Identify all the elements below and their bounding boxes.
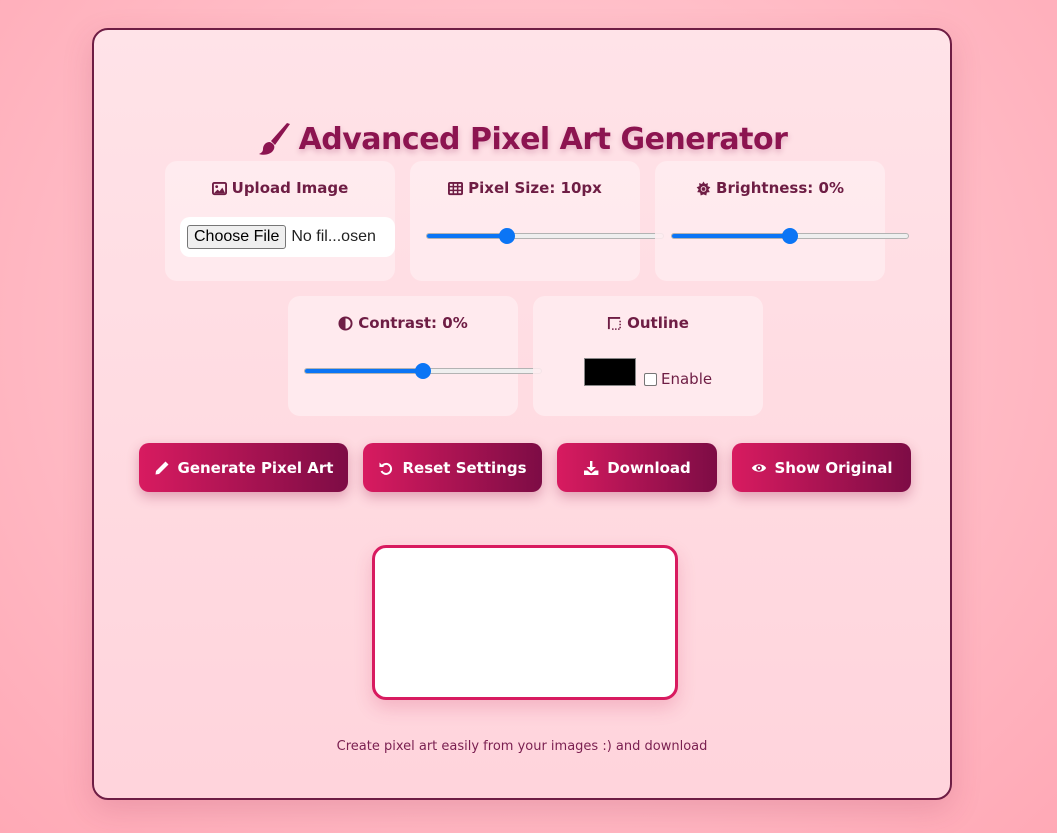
download-icon [583, 460, 599, 476]
brightness-label: Brightness: 0% [655, 179, 885, 197]
contrast-panel: Contrast: 0% [288, 296, 542, 416]
upload-label: Upload Image [165, 179, 395, 197]
pencil-icon [154, 460, 170, 476]
slider-thumb[interactable] [498, 228, 515, 244]
brightness-label-text: Brightness: 0% [716, 179, 844, 197]
sun-icon [696, 180, 711, 196]
pixel-size-label-text: Pixel Size: 10px [468, 179, 602, 197]
pixel-size-panel: Pixel Size: 10px [410, 161, 664, 281]
main-card: Advanced Pixel Art Generator Upload Imag… [92, 28, 952, 800]
outline-panel: Outline Enable [533, 296, 763, 416]
outline-enable-label: Enable [661, 370, 713, 388]
download-button[interactable]: Download [557, 443, 717, 492]
file-status: No fil...osen [291, 228, 376, 245]
outline-color-picker[interactable] [584, 358, 636, 386]
contrast-slider[interactable] [304, 363, 542, 379]
outline-label: Outline [533, 314, 763, 332]
slider-thumb[interactable] [782, 228, 798, 244]
pixel-art-canvas [372, 545, 678, 700]
slider-thumb[interactable] [415, 363, 431, 379]
slider-track [426, 233, 664, 239]
footer-text: Create pixel art easily from your images… [336, 739, 708, 754]
contrast-icon [338, 315, 353, 331]
show-original-button-label: Show Original [774, 458, 893, 477]
outline-label-text: Outline [627, 314, 689, 332]
eye-icon [751, 460, 767, 476]
generate-pixel-art-button[interactable]: Generate Pixel Art [139, 443, 348, 492]
pixel-size-slider[interactable] [426, 228, 664, 244]
choose-file-button[interactable]: Choose File [187, 225, 287, 249]
pixel-size-label: Pixel Size: 10px [410, 179, 640, 197]
reset-settings-button[interactable]: Reset Settings [363, 443, 542, 492]
contrast-label: Contrast: 0% [288, 314, 518, 332]
undo-icon [378, 460, 394, 476]
page-title: Advanced Pixel Art Generator [94, 114, 950, 164]
download-button-label: Download [607, 458, 691, 477]
reset-button-label: Reset Settings [402, 458, 527, 477]
contrast-label-text: Contrast: 0% [358, 314, 468, 332]
table-grid-icon [448, 181, 464, 196]
border-style-icon [607, 316, 622, 331]
brightness-slider[interactable] [671, 228, 909, 244]
upload-panel: Upload Image Choose File No fil...osen [165, 161, 395, 281]
paint-brush-icon [257, 121, 293, 157]
file-input[interactable]: Choose File No fil...osen [180, 217, 395, 257]
show-original-button[interactable]: Show Original [732, 443, 911, 492]
image-icon [211, 181, 227, 196]
upload-label-text: Upload Image [231, 179, 349, 197]
brightness-panel: Brightness: 0% [655, 161, 909, 281]
outline-enable-checkbox[interactable] [644, 373, 657, 386]
slider-fill [427, 234, 508, 238]
slider-fill [305, 369, 423, 373]
slider-fill [672, 234, 790, 238]
page-title-text: Advanced Pixel Art Generator [298, 121, 788, 157]
generate-button-label: Generate Pixel Art [177, 458, 334, 477]
